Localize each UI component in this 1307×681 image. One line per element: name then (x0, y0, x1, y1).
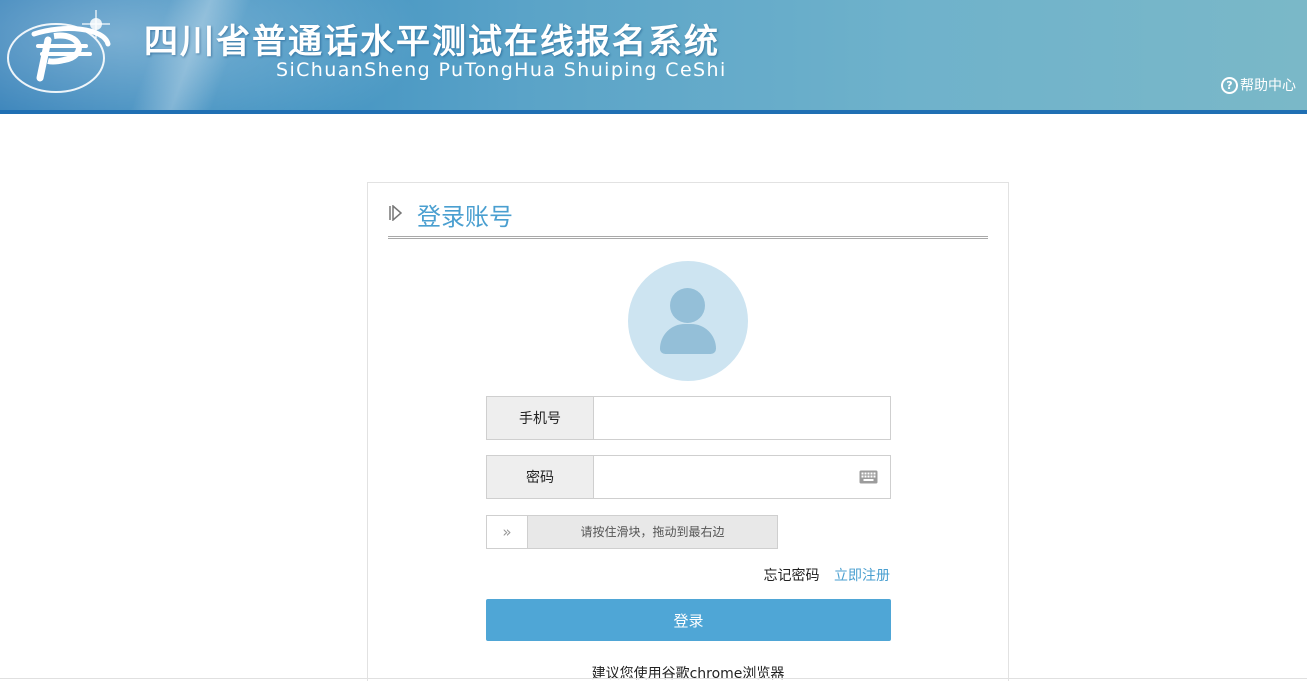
login-button[interactable]: 登录 (486, 599, 891, 641)
forgot-password-link[interactable]: 忘记密码 (764, 568, 820, 584)
site-header: 四川省普通话水平测试在线报名系统 SiChuanSheng PuTongHua … (0, 0, 1307, 114)
avatar-body (660, 324, 716, 354)
page-divider (0, 678, 1307, 679)
password-label: 密码 (487, 456, 594, 498)
site-subtitle: SiChuanSheng PuTongHua Shuiping CeShi (276, 59, 727, 81)
avatar-head (670, 288, 705, 323)
slider-handle[interactable]: » (487, 516, 528, 548)
slider-hint: 请按住滑块，拖动到最右边 (580, 525, 725, 539)
site-title: 四川省普通话水平测试在线报名系统 (144, 22, 720, 62)
register-link[interactable]: 立即注册 (834, 568, 890, 584)
password-input[interactable] (594, 456, 890, 498)
phone-label: 手机号 (487, 397, 594, 439)
account-links: 忘记密码 立即注册 (764, 565, 890, 585)
keyboard-icon[interactable] (859, 470, 878, 484)
play-arrow-icon (389, 205, 402, 221)
login-title: 登录账号 (417, 203, 513, 231)
psc-logo-icon[interactable] (4, 6, 122, 96)
login-panel-header: 登录账号 (388, 197, 988, 239)
help-center-link[interactable]: ? 帮助中心 (1221, 75, 1296, 95)
question-circle-icon: ? (1221, 76, 1238, 94)
user-avatar-icon (628, 261, 748, 381)
phone-field: 手机号 (486, 396, 891, 440)
login-panel: 登录账号 手机号 密码 » 请按住滑块，拖动到最右边 忘记密码 立即注册 登录 … (367, 182, 1009, 681)
help-center-label: 帮助中心 (1240, 78, 1296, 94)
slide-verify: » 请按住滑块，拖动到最右边 (486, 515, 778, 549)
password-field: 密码 (486, 455, 891, 499)
phone-input[interactable] (594, 397, 890, 439)
